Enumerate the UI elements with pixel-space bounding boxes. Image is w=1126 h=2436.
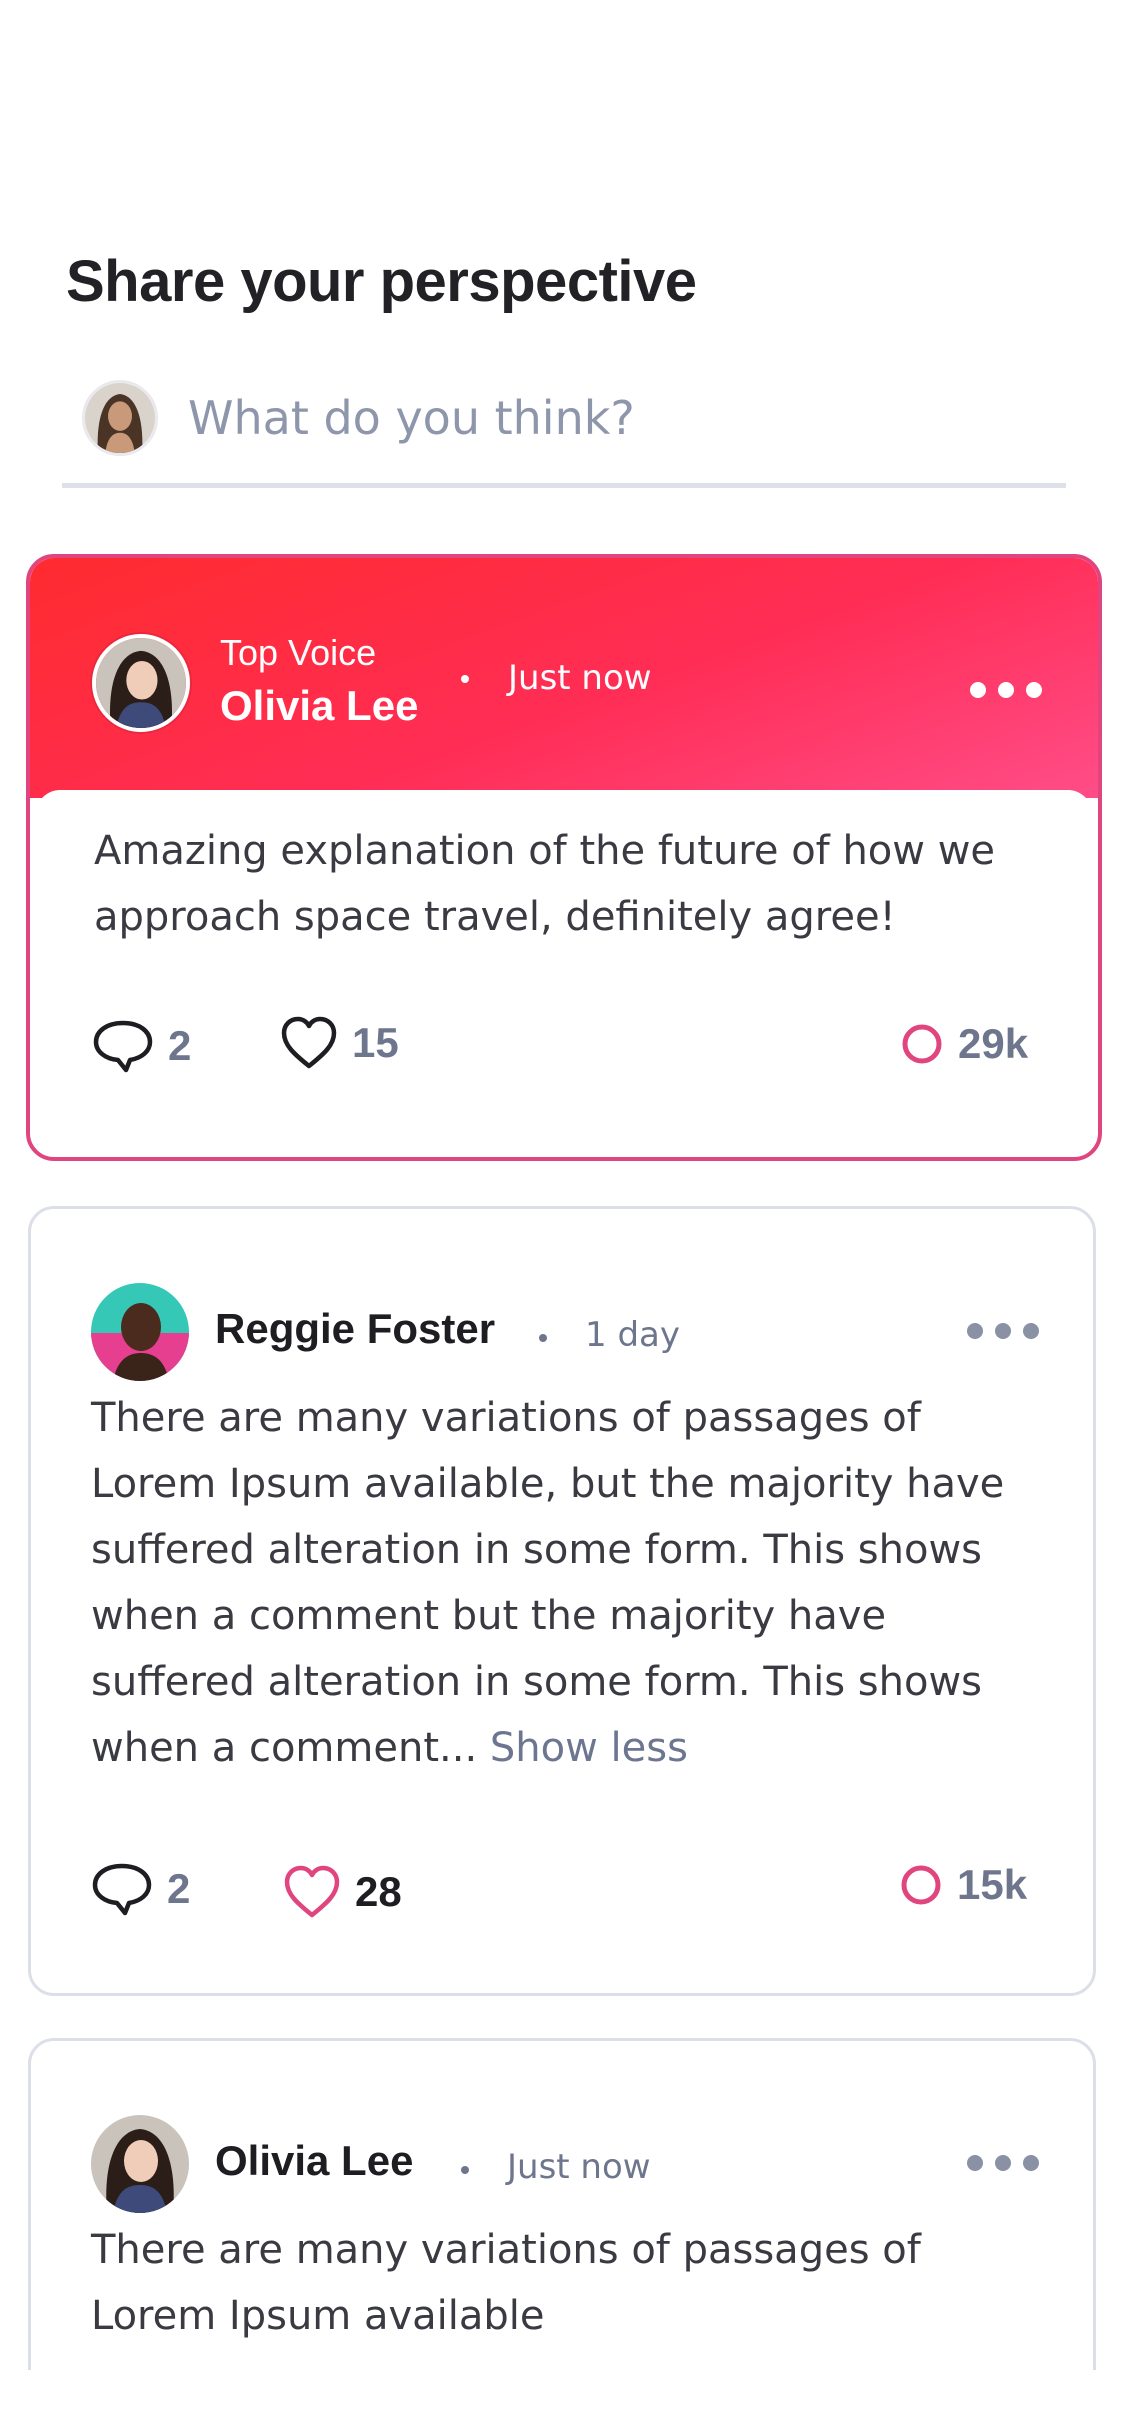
comment-icon <box>92 1863 152 1916</box>
composer-title: Share your perspective <box>66 249 697 314</box>
view-count: 29k <box>958 1020 1029 1067</box>
comment-input[interactable] <box>188 378 1048 458</box>
separator-dot <box>539 1334 547 1342</box>
composer <box>62 370 1066 488</box>
heart-icon <box>281 1016 337 1069</box>
comment-button[interactable]: 2 <box>91 1861 190 1917</box>
more-options-icon[interactable] <box>967 1323 1039 1339</box>
comment-count: 2 <box>168 1022 192 1069</box>
avatar[interactable] <box>92 634 190 732</box>
more-options-icon[interactable] <box>970 682 1042 698</box>
author-name[interactable]: Olivia Lee <box>215 2137 413 2185</box>
separator-dot <box>461 2166 469 2174</box>
top-voice-badge: Top Voice <box>220 632 377 673</box>
current-user-avatar[interactable] <box>82 380 158 456</box>
comment-icon <box>93 1020 153 1073</box>
author-name[interactable]: Olivia Lee <box>220 682 418 730</box>
post-text: Amazing explanation of the future of how… <box>94 828 996 940</box>
like-count: 15 <box>352 1019 399 1066</box>
like-count: 28 <box>355 1868 402 1915</box>
post-card[interactable]: Reggie Foster 1 day There are many varia… <box>28 1206 1096 1996</box>
avatar[interactable] <box>91 2115 189 2213</box>
like-button[interactable]: 28 <box>283 1865 402 1919</box>
avatar[interactable] <box>91 1283 189 1381</box>
post-time: Just now <box>508 658 652 698</box>
view-count: 15k <box>957 1861 1028 1908</box>
views-ring-icon <box>901 1865 941 1905</box>
comment-button[interactable]: 2 <box>92 1018 191 1074</box>
post-text: There are many variations of passages of… <box>91 2227 921 2339</box>
heart-icon-liked <box>284 1865 340 1918</box>
post-time: Just now <box>507 2147 651 2187</box>
views-stat: 15k <box>899 1861 1027 1909</box>
like-button[interactable]: 15 <box>280 1016 399 1070</box>
comment-count: 2 <box>167 1865 191 1912</box>
post-time: 1 day <box>585 1315 680 1355</box>
views-ring-icon <box>902 1024 942 1064</box>
show-less-link[interactable]: Show less <box>490 1725 688 1771</box>
scroll-edge <box>0 2370 1126 2436</box>
post-text-content: There are many variations of passages of… <box>91 1395 1005 1771</box>
author-name[interactable]: Reggie Foster <box>215 1305 495 1353</box>
post-card-featured[interactable]: Top Voice Olivia Lee Just now Amazing ex… <box>26 554 1102 1161</box>
post-text: There are many variations of passages of… <box>91 1385 1051 1781</box>
views-stat: 29k <box>900 1020 1028 1068</box>
feed-screen: Share your perspective Top Voice Olivia … <box>0 0 1126 2436</box>
more-options-icon[interactable] <box>967 2155 1039 2171</box>
separator-dot <box>461 675 469 683</box>
